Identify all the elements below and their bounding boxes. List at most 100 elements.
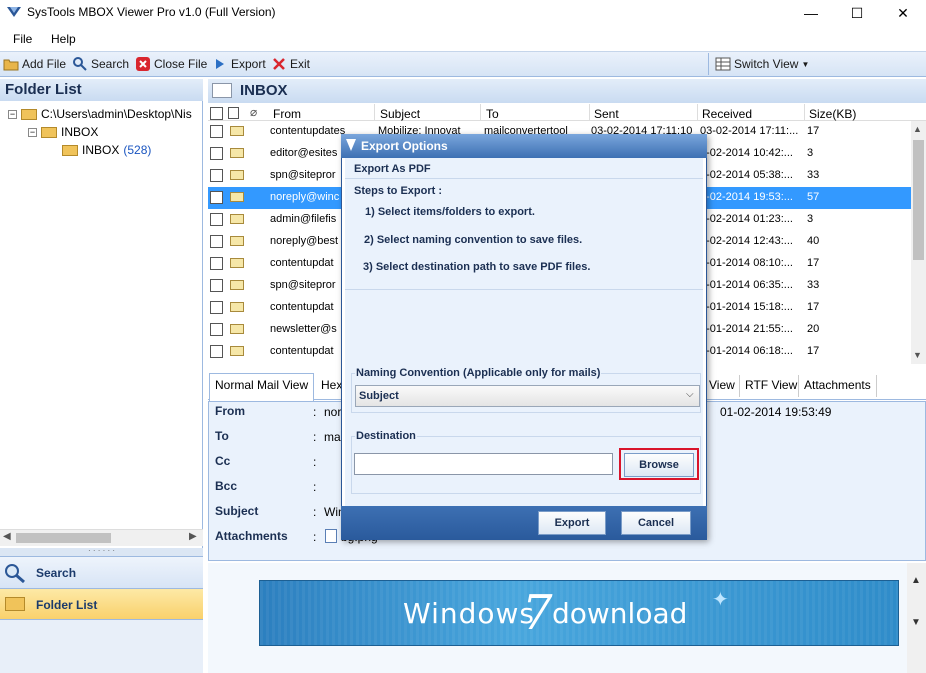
cancel-button[interactable]: Cancel [621, 511, 691, 535]
pane-splitter[interactable]: · · · · · · [0, 547, 203, 556]
tab-divider [739, 375, 740, 397]
inbox-child-label: INBOX [82, 143, 120, 157]
app-logo-icon [346, 139, 356, 151]
folder-horizontal-scrollbar[interactable]: ◀ ▶ [0, 529, 203, 546]
menu-bar [0, 29, 926, 51]
column-divider [589, 104, 590, 121]
add-file-button[interactable]: Add File [3, 56, 66, 72]
body-scrollbar[interactable]: ▲ ▼ [907, 563, 926, 673]
envelope-icon [230, 214, 244, 224]
cell-size: 40 [807, 235, 820, 247]
naming-convention-select[interactable]: Subject ⌵ [355, 385, 700, 407]
inbox-count: (528) [123, 143, 152, 157]
scroll-down-icon[interactable]: ▼ [913, 350, 922, 360]
export-dialog-button[interactable]: Export [538, 511, 606, 535]
column-from[interactable]: From [273, 107, 301, 121]
date-value: 01-02-2014 19:53:49 [720, 405, 832, 419]
cell-from: spn@sitepror [270, 279, 336, 291]
tab-normal-mail-view[interactable]: Normal Mail View [215, 378, 308, 392]
cell-received: 0-01-2014 21:55:... [700, 323, 793, 335]
tab-hex[interactable]: Hex [321, 378, 342, 392]
scroll-left-icon[interactable]: ◀ [3, 531, 11, 542]
attachments-colon: : [313, 530, 317, 544]
cell-size: 17 [807, 257, 820, 269]
inbox-title: INBOX [240, 82, 288, 99]
scroll-down-icon[interactable]: ▼ [911, 617, 921, 628]
row-checkbox[interactable] [210, 125, 223, 138]
mail-list-scrollbar[interactable]: ▲ ▼ [911, 121, 926, 364]
cell-size: 17 [807, 125, 820, 137]
exit-x-icon [273, 58, 285, 70]
close-file-button[interactable]: Close File [135, 56, 207, 72]
minimize-button[interactable]: — [788, 0, 834, 26]
envelope-icon [230, 236, 244, 246]
column-size[interactable]: Size(KB) [809, 107, 856, 121]
collapse-icon[interactable]: − [8, 109, 17, 119]
row-checkbox[interactable] [210, 213, 223, 226]
cell-received: 3-02-2014 10:42:... [700, 147, 793, 159]
tab-rtf-view[interactable]: RTF View [745, 378, 797, 392]
cell-size: 20 [807, 323, 820, 335]
nav-search[interactable]: Search [0, 556, 203, 588]
tab-attachments[interactable]: Attachments [804, 378, 871, 392]
tree-inbox-parent[interactable]: − INBOX [28, 125, 98, 139]
from-value: nor [324, 405, 342, 419]
column-to[interactable]: To [486, 107, 499, 121]
scroll-right-icon[interactable]: ▶ [189, 531, 197, 542]
cc-colon: : [313, 455, 317, 469]
subject-label: Subject [215, 504, 259, 518]
cell-from: spn@sitepror [270, 169, 336, 181]
scroll-thumb[interactable] [913, 140, 924, 260]
nav-folder-list[interactable]: Folder List [0, 588, 203, 620]
tree-inbox-child[interactable]: INBOX (528) [62, 143, 151, 157]
switch-view-button[interactable]: Switch View ▼ [715, 56, 809, 72]
cell-from: admin@filefis [270, 213, 337, 225]
browse-button[interactable]: Browse [624, 453, 694, 477]
search-button[interactable]: Search [72, 56, 129, 72]
search-icon [5, 564, 25, 583]
close-window-button[interactable]: ✕ [880, 0, 926, 26]
column-subject[interactable]: Subject [380, 107, 420, 121]
column-received[interactable]: Received [702, 107, 752, 121]
column-sent[interactable]: Sent [594, 107, 619, 121]
banner-seven-text: 7 [522, 585, 553, 641]
folder-icon [21, 108, 37, 120]
scroll-up-icon[interactable]: ▲ [911, 575, 921, 586]
row-checkbox[interactable] [210, 147, 223, 160]
bcc-colon: : [313, 480, 317, 494]
menu-help[interactable]: Help [51, 32, 76, 46]
column-divider [697, 104, 698, 121]
exit-button[interactable]: Exit [271, 56, 310, 72]
collapse-icon[interactable]: − [28, 127, 37, 137]
maximize-button[interactable]: ☐ [834, 0, 880, 26]
row-checkbox[interactable] [210, 169, 223, 182]
cell-from: contentupdat [270, 257, 334, 269]
row-checkbox[interactable] [210, 279, 223, 292]
destination-input[interactable] [354, 453, 613, 475]
scroll-up-icon[interactable]: ▲ [913, 124, 922, 134]
export-button[interactable]: Export [212, 56, 266, 72]
search-label: Search [91, 57, 130, 71]
row-checkbox[interactable] [210, 257, 223, 270]
folder-icon [62, 144, 78, 156]
column-divider [480, 104, 481, 121]
tree-root[interactable]: − C:\Users\admin\Desktop\Nis [8, 107, 192, 121]
row-checkbox[interactable] [210, 235, 223, 248]
cell-size: 57 [807, 191, 820, 203]
cell-size: 33 [807, 169, 820, 181]
tab-view[interactable]: View [709, 378, 735, 392]
scroll-thumb[interactable] [16, 533, 111, 543]
step-2: 2) Select naming convention to save file… [364, 234, 583, 246]
row-checkbox[interactable] [210, 345, 223, 358]
toolbar-divider [708, 53, 709, 75]
cell-size: 3 [807, 213, 814, 225]
row-checkbox[interactable] [210, 323, 223, 336]
row-checkbox[interactable] [210, 301, 223, 314]
menu-file[interactable]: File [13, 32, 32, 46]
dialog-title-bar[interactable]: Export Options [341, 134, 707, 158]
inbox-header: INBOX [208, 79, 926, 103]
row-checkbox[interactable] [210, 191, 223, 204]
select-all-checkbox[interactable] [210, 107, 223, 120]
close-file-label: Close File [154, 57, 208, 71]
steps-title: Steps to Export : [354, 185, 443, 197]
